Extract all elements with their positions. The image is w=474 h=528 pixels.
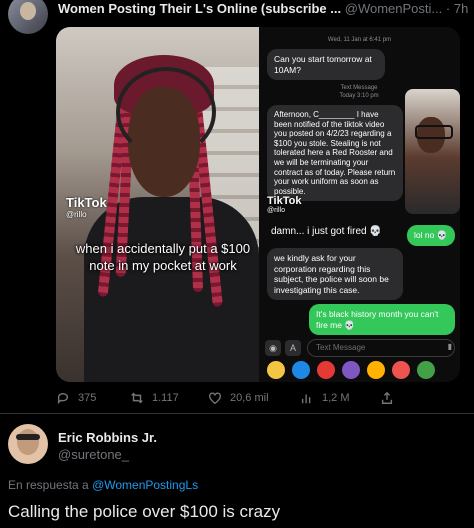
reply-author-avatar[interactable] (8, 424, 48, 464)
video-frame-left: TikTok @rillo when i accidentally put a … (56, 27, 259, 382)
tiktok-user: @rillo (66, 210, 87, 219)
chat-message-4: lol no 💀 (407, 225, 455, 246)
chat-date-2b: Today 3:10 pm (339, 93, 379, 99)
sticker-app-icon (367, 361, 385, 379)
tweet-time[interactable]: 7h (454, 1, 468, 16)
chat-date-2: Text Message (340, 85, 378, 91)
chat-screenshot: Wed, 11 Jan at 6:41 pm Can you start tom… (259, 27, 460, 382)
reply-count: 375 (78, 392, 97, 404)
reply-button[interactable]: 375 (56, 391, 96, 405)
reply-author-handle[interactable]: @suretone_ (58, 447, 129, 462)
memoji-app-icon (342, 361, 360, 379)
music-app-icon (317, 361, 335, 379)
like-count: 20,6 mil (230, 392, 269, 404)
retweet-count: 1.117 (152, 392, 179, 404)
chat-date-1: Wed, 11 Jan at 6:41 pm (327, 37, 392, 43)
author-handle[interactable]: @WomenPosti... (345, 1, 443, 16)
app-store-icon: A (285, 340, 301, 356)
tweet-meta: Women Posting Their L's Online (subscrib… (58, 1, 468, 16)
reply-author-name[interactable]: Eric Robbins Jr. (58, 430, 157, 445)
tiktok-user: @rillo (267, 207, 285, 214)
bar-chart-icon (301, 394, 311, 404)
camera-icon: ◉ (265, 340, 281, 356)
author-name[interactable]: Women Posting Their L's Online (subscrib… (58, 1, 341, 16)
share-icon (381, 391, 393, 404)
divider (0, 413, 474, 414)
tiktok-logo-text: TikTok (66, 195, 107, 210)
headset (116, 67, 216, 157)
chat-message-5: we kindly ask for your corporation regar… (267, 248, 403, 300)
retweet-icon (131, 392, 143, 404)
app-store-app-icon (292, 361, 310, 379)
chat-compose-bar: ◉ A Text Message ▮ (263, 338, 458, 358)
author-avatar[interactable] (8, 0, 48, 34)
tweet-thread: Women Posting Their L's Online (subscrib… (0, 0, 474, 528)
search-app-icon (392, 361, 410, 379)
separator-dot: · (445, 1, 451, 16)
tweet-action-bar: 375 1.117 20,6 mil 1,2 M (56, 388, 460, 408)
share-button[interactable] (380, 391, 394, 405)
replying-prefix: En respuesta a (8, 478, 89, 492)
views-count: 1,2 M (322, 392, 350, 404)
reply-icon (57, 393, 69, 405)
views-button[interactable]: 1,2 M (300, 391, 350, 405)
chat-sticker-image (405, 89, 460, 214)
tweet-header: Women Posting Their L's Online (subscrib… (8, 0, 468, 34)
photos-app-icon (267, 361, 285, 379)
chat-message-1: Can you start tomorrow at 10AM? (267, 49, 385, 80)
chat-message-6: It's black history month you can't fire … (309, 304, 455, 335)
replying-to-line: En respuesta a @WomenPostingLs (8, 478, 198, 492)
tiktok-watermark-right: TikTok @rillo (267, 195, 301, 214)
microphone-icon: ▮ (447, 342, 452, 351)
chat-placeholder: Text Message (316, 343, 366, 352)
replying-to-link[interactable]: @WomenPostingLs (92, 478, 198, 492)
heart-icon (209, 392, 221, 405)
reply-text: Calling the police over $100 is crazy (8, 502, 281, 521)
retweet-button[interactable]: 1.117 (130, 391, 179, 405)
video-caption: when i accidentally put a $100 note in m… (75, 241, 251, 273)
more-app-icon (417, 361, 435, 379)
chat-message-3: damn... i just got fired 💀 (271, 226, 382, 237)
like-button[interactable]: 20,6 mil (208, 391, 269, 405)
chat-text-field: Text Message (307, 339, 455, 357)
imessage-app-row (263, 361, 458, 379)
tiktok-watermark-left: TikTok @rillo (66, 195, 107, 219)
chat-message-2: Afternoon, C________ I have been notifie… (267, 105, 403, 202)
tiktok-logo-text: TikTok (267, 195, 302, 207)
tweet-media[interactable]: TikTok @rillo when i accidentally put a … (56, 27, 460, 382)
